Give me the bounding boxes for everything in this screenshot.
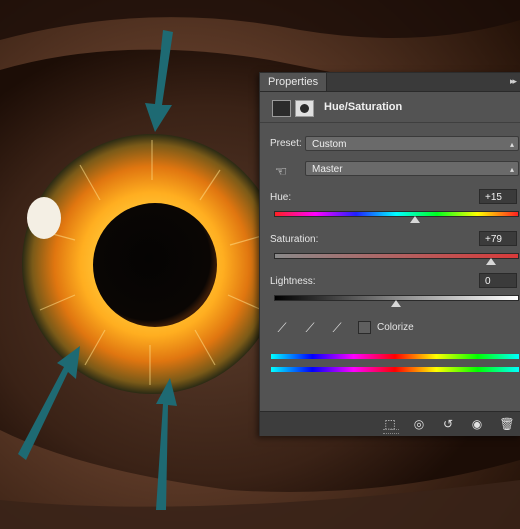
output-color-bar (271, 367, 519, 372)
reset-icon[interactable]: ↺ (439, 416, 457, 432)
colorize-label: Colorize (377, 322, 414, 333)
eyedropper-subtract-icon[interactable]: ⟋ (329, 320, 345, 336)
properties-panel: Properties ▸▸ Hue/Saturation Preset: Cus… (259, 72, 520, 436)
hue-label: Hue: (270, 192, 292, 203)
channel-value: Master (312, 164, 343, 175)
hue-slider-thumb[interactable] (409, 216, 420, 223)
preset-label: Preset: (270, 138, 302, 149)
collapse-panel-icon[interactable]: ▸▸ (510, 76, 517, 87)
hue-saturation-adjustment-icon[interactable] (272, 100, 291, 117)
adjustment-title: Hue/Saturation (324, 101, 403, 113)
saturation-value-field[interactable]: +79 (479, 231, 517, 246)
tab-properties[interactable]: Properties (260, 73, 328, 91)
chevron-updown-icon: ▴ (509, 165, 514, 174)
lightness-value-field[interactable]: 0 (479, 273, 517, 288)
layer-mask-icon[interactable] (295, 100, 314, 117)
chevron-updown-icon: ▴ (509, 140, 514, 149)
resize-grip[interactable] (383, 429, 399, 434)
lightness-slider-thumb[interactable] (390, 300, 401, 307)
targeted-adjustment-hand-icon[interactable]: ☜ (272, 162, 290, 180)
eyedropper-add-icon[interactable]: ⟋ (302, 320, 318, 336)
input-color-bar (271, 354, 519, 359)
panel-footer: ⬚ ◎ ↺ ◉ 🗑 (260, 411, 520, 436)
lightness-label: Lightness: (270, 276, 316, 287)
saturation-label: Saturation: (270, 234, 319, 245)
view-previous-state-icon[interactable]: ◎ (410, 416, 428, 432)
saturation-slider[interactable] (274, 253, 519, 259)
preset-select[interactable]: Custom ▴ (305, 136, 519, 151)
channel-select[interactable]: Master ▴ (305, 161, 519, 176)
panel-tab-bar: Properties ▸▸ (260, 73, 520, 92)
saturation-slider-thumb[interactable] (486, 258, 497, 265)
trash-icon[interactable]: 🗑 (498, 416, 516, 432)
colorize-checkbox[interactable] (358, 321, 371, 334)
preset-value: Custom (312, 139, 347, 150)
adjustment-header: Hue/Saturation (260, 92, 520, 123)
hue-value-field[interactable]: +15 (479, 189, 517, 204)
eye-icon[interactable]: ◉ (468, 416, 486, 432)
eyedropper-icon[interactable]: ⟋ (274, 320, 290, 336)
hue-slider[interactable] (274, 211, 519, 217)
